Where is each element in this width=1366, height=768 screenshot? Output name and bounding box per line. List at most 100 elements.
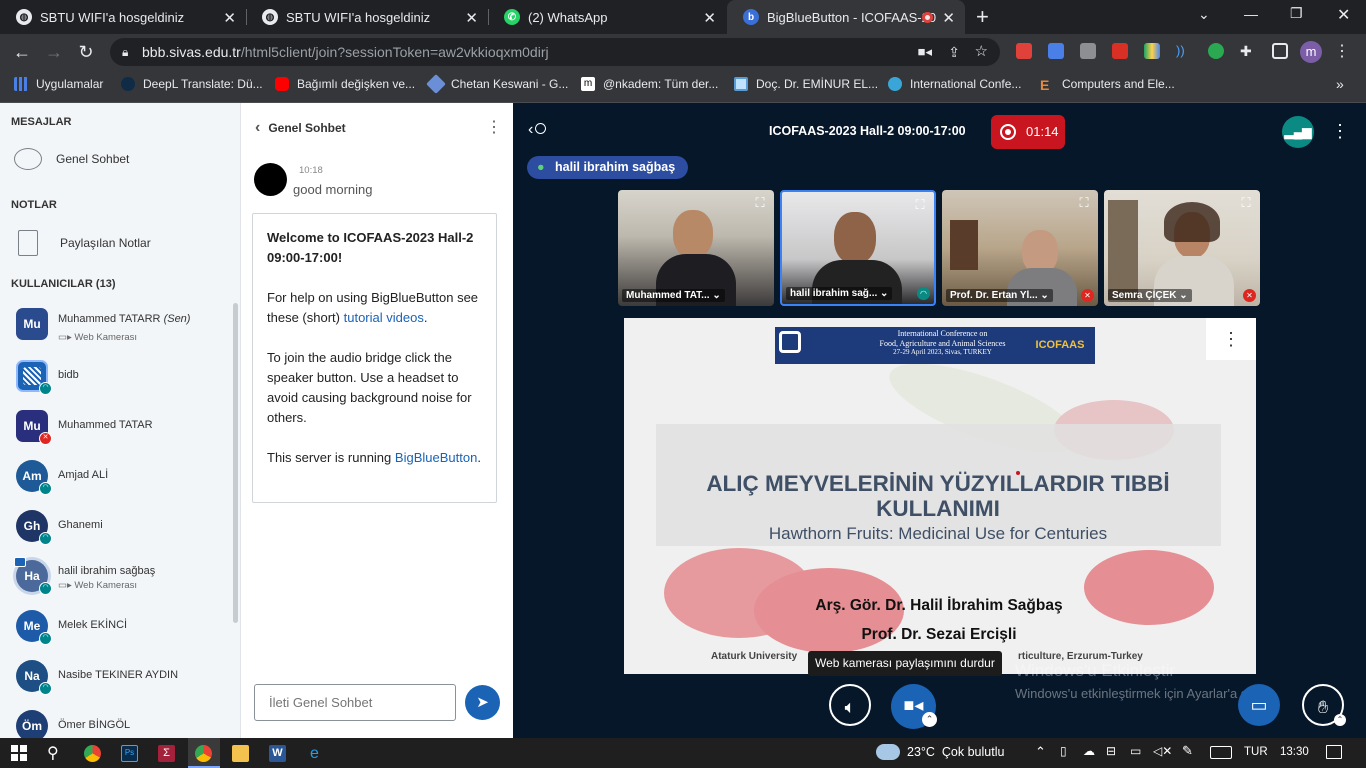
reactions-chevron-icon[interactable]: ⌃ (1334, 714, 1346, 726)
user-list-item[interactable]: Na ◠ Nasibe TEKINER AYDIN (16, 658, 231, 698)
side-panel-icon[interactable] (1272, 43, 1288, 59)
onedrive-icon[interactable]: ☁︎ (1083, 744, 1095, 758)
user-status: Web Kamerası (74, 332, 138, 343)
more-bookmarks-icon[interactable]: » (1336, 70, 1344, 98)
webcam-tile[interactable]: ⛶ Muhammed TAT... ⌄ (618, 190, 774, 306)
share-icon[interactable]: ⇪ (948, 38, 960, 66)
audio-button[interactable]: 🔈︎ (829, 684, 871, 726)
tab-bigbluebutton[interactable]: b BigBlueButton - ICOFAAS-20 ✕ (727, 0, 965, 34)
chat-back-link[interactable]: ‹ Genel Sohbet (255, 119, 346, 137)
bigbluebutton-link[interactable]: BigBlueButton (395, 450, 477, 465)
user-list-item[interactable]: Gh ◠ Ghanemi (16, 508, 231, 548)
back-icon[interactable]: ← (10, 40, 34, 64)
internet-explorer-icon[interactable]: e (306, 745, 323, 762)
webcam-tile[interactable]: ⛶ Prof. Dr. Ertan Yl... ⌄ ✕ (942, 190, 1098, 306)
file-explorer-icon[interactable] (232, 745, 249, 762)
youtube-extension-icon[interactable] (1112, 43, 1128, 59)
show-hidden-icons-chevron[interactable]: ⌃ (1035, 744, 1046, 760)
presentation-slide[interactable]: International Conference on Food, Agricu… (624, 318, 1256, 674)
extension-icon[interactable] (1080, 43, 1096, 59)
options-menu-icon[interactable]: ⋮ (1331, 121, 1349, 142)
usb-icon[interactable]: ⊟ (1106, 744, 1116, 758)
tab-search-icon[interactable]: ⌄ (1198, 6, 1210, 23)
google-drive-icon[interactable] (1144, 43, 1160, 59)
reload-icon[interactable]: ↻ (74, 40, 98, 64)
user-list-item[interactable]: Am ◠ Amjad ALİ (16, 458, 231, 498)
keyboard-icon[interactable] (1210, 746, 1232, 759)
connection-status-icon[interactable]: ▂▄▆ (1282, 116, 1314, 148)
tab-sbtu-wifi-1[interactable]: ◍ SBTU WIFI'a hosgeldiniz ✕ (0, 0, 246, 34)
sidebar-scrollbar[interactable] (233, 303, 238, 623)
close-tab-icon[interactable]: ✕ (942, 9, 955, 27)
new-tab-button[interactable]: + (976, 4, 989, 30)
webcam-options-chevron-icon[interactable]: ⌃ (922, 712, 937, 727)
bookmark-chetan[interactable]: Chetan Keswani - G... (426, 70, 568, 98)
clock[interactable]: 13:30 (1280, 746, 1309, 758)
grammarly-extension-icon[interactable] (1208, 43, 1224, 59)
word-icon[interactable]: W (269, 745, 286, 762)
bookmark-eminur[interactable]: Doç. Dr. EMİNUR EL... (734, 70, 878, 98)
user-list-item[interactable]: ◠ bidb (16, 358, 231, 398)
recording-button[interactable]: 01:14 (991, 115, 1065, 149)
close-tab-icon[interactable]: ✕ (703, 9, 716, 27)
bookmark-intl-conf[interactable]: International Confe... (888, 70, 1021, 98)
bookmark-apps[interactable]: Uygulamalar (14, 70, 103, 98)
webcam-tile[interactable]: ⛶ Semra ÇİÇEK ⌄ ✕ (1104, 190, 1260, 306)
camera-in-use-icon[interactable]: ■◂ (918, 38, 932, 66)
pocket-extension-icon[interactable] (1016, 43, 1032, 59)
close-window-button[interactable]: ✕ (1337, 5, 1350, 25)
webcam-tile-active[interactable]: ⛶ halil ibrahim sağ... ⌄ ◠ (780, 190, 936, 306)
maximize-button[interactable]: ❐ (1290, 5, 1303, 22)
toggle-userlist-icon[interactable]: ‹ (528, 121, 547, 139)
extensions-puzzle-icon[interactable]: ✚ (1240, 43, 1256, 59)
active-chrome-task[interactable] (188, 738, 220, 768)
user-list-item[interactable]: Öm Ömer BİNGÖL (16, 708, 231, 738)
tutorial-videos-link[interactable]: tutorial videos (344, 310, 424, 325)
user-list-item[interactable]: Mu Muhammed TATARR (Sen) ▭▸ Web Kamerası (16, 306, 231, 346)
presentation-options-icon[interactable]: ⋮ (1206, 318, 1256, 360)
bookmark-star-icon[interactable]: ☆ (975, 38, 988, 66)
browser-menu-icon[interactable]: ⋮ (1334, 41, 1350, 61)
close-tab-icon[interactable]: ✕ (465, 9, 478, 27)
user-list-item[interactable]: Me ◠ Melek EKİNCİ (16, 608, 231, 648)
forward-icon[interactable]: → (42, 40, 66, 64)
bookmark-nkadem[interactable]: m @nkadem: Tüm der... (581, 70, 718, 98)
fullscreen-icon[interactable]: ⛶ (1238, 196, 1254, 212)
windows-start-icon[interactable] (11, 745, 27, 761)
language-indicator[interactable]: TUR (1244, 746, 1268, 758)
fullscreen-icon[interactable]: ⛶ (912, 198, 928, 214)
fullscreen-icon[interactable]: ⛶ (1076, 196, 1092, 212)
send-message-button[interactable]: ➤ (465, 685, 500, 720)
chat-input-field[interactable] (255, 685, 455, 720)
bookmark-youtube[interactable]: Bağımlı değişken ve... (275, 70, 415, 98)
profile-avatar[interactable]: m (1300, 41, 1322, 63)
url-bar[interactable]: 🔒︎ bbb.sivas.edu.tr/html5client/join?ses… (110, 38, 1000, 66)
chat-options-icon[interactable]: ⋮ (486, 117, 502, 137)
chrome-taskbar-icon[interactable] (84, 745, 101, 762)
volume-muted-icon[interactable]: ◁✕ (1153, 744, 1172, 758)
presentation-toggle-button[interactable]: ▭ (1238, 684, 1280, 726)
close-tab-icon[interactable]: ✕ (223, 9, 236, 27)
search-icon[interactable]: ⚲ (47, 743, 59, 763)
bookmark-computers[interactable]: E Computers and Ele... (1040, 70, 1175, 98)
app-sigma-icon[interactable]: Σ (158, 745, 175, 762)
weather-widget[interactable]: 23°C Çok bulutlu (907, 745, 1004, 759)
tab-sbtu-wifi-2[interactable]: ◍ SBTU WIFI'a hosgeldiniz ✕ (246, 0, 488, 34)
translate-extension-icon[interactable] (1048, 43, 1064, 59)
pen-icon[interactable]: ✎ (1182, 743, 1193, 759)
read-aloud-icon[interactable]: )) (1176, 43, 1192, 59)
shared-notes-item[interactable]: Paylaşılan Notlar (14, 230, 151, 256)
minimize-button[interactable]: — (1244, 6, 1258, 22)
network-icon[interactable]: ▭ (1130, 744, 1141, 758)
chat-message-input[interactable] (254, 684, 456, 721)
user-list-item[interactable]: Mu ✕ Muhammed TATAR (16, 408, 231, 448)
tab-whatsapp[interactable]: ✆ (2) WhatsApp ✕ (488, 0, 726, 34)
meet-now-icon[interactable]: ▯ (1060, 744, 1067, 758)
public-chat-item[interactable]: Genel Sohbet (14, 148, 129, 170)
fullscreen-icon[interactable]: ⛶ (752, 196, 768, 212)
notifications-icon[interactable] (1326, 745, 1342, 759)
photoshop-icon[interactable]: Ps (121, 745, 138, 762)
user-list-item[interactable]: Ha ◠ halil ibrahim sağbaş ▭▸ Web Kameras… (14, 557, 231, 598)
talking-indicator[interactable]: ● halil ibrahim sağbaş (527, 156, 689, 179)
bookmark-deepl[interactable]: DeepL Translate: Dü... (121, 70, 263, 98)
